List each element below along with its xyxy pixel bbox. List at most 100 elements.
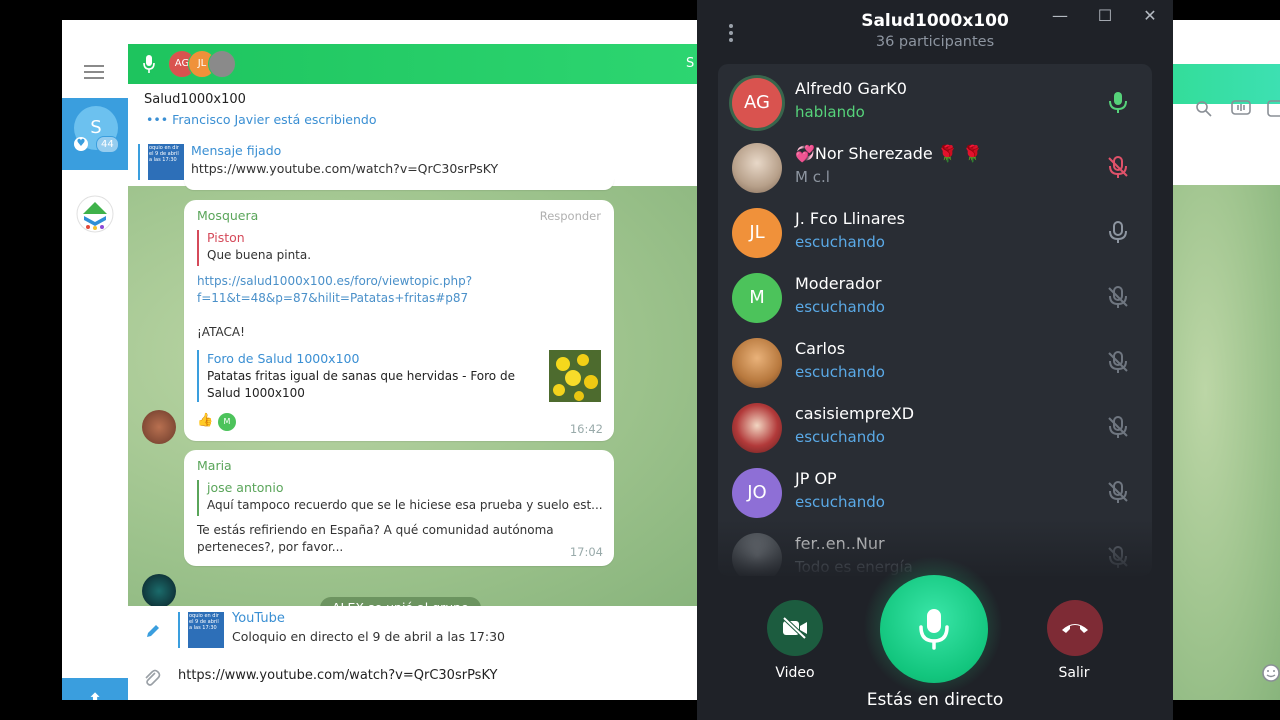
participant-name: J. Fco Llinares <box>795 209 905 228</box>
microphone-muted-icon[interactable] <box>1106 415 1130 439</box>
message-link-cont[interactable]: f=11&t=48&p=87&hilit=Patatas+fritas#p87 <box>197 291 468 305</box>
chat-title: Salud1000x100 <box>144 92 246 107</box>
participant-status: escuchando <box>795 428 885 446</box>
reply-accent <box>197 230 199 266</box>
participant-row[interactable]: JO JP OP escuchando <box>718 460 1152 525</box>
participant-row[interactable]: AG Alfred0 GarK0 hablando <box>718 70 1152 135</box>
participant-row[interactable]: JL J. Fco Llinares escuchando <box>718 200 1152 265</box>
microphone-muted-icon[interactable] <box>1106 285 1130 309</box>
microphone-muted-icon[interactable] <box>1106 480 1130 504</box>
microphone-button[interactable] <box>880 575 988 683</box>
reaction-avatar: M <box>218 413 236 431</box>
maximize-icon[interactable]: ☐ <box>1090 4 1120 28</box>
edit-accent <box>178 612 180 648</box>
reaction-emoji[interactable]: 👍 <box>197 413 213 428</box>
emoji-icon[interactable] <box>1261 663 1280 683</box>
microphone-muted-icon[interactable] <box>1106 155 1130 179</box>
sender-name[interactable]: Mosquera <box>197 208 258 223</box>
attach-icon[interactable] <box>142 668 162 688</box>
panel-icon[interactable] <box>1267 100 1280 118</box>
pinned-accent <box>138 144 140 180</box>
participant-status: escuchando <box>795 298 885 316</box>
live-status: Estás en directo <box>866 690 1004 710</box>
message-time: 17:04 <box>569 545 603 559</box>
group-logo-icon[interactable] <box>75 194 115 234</box>
chat-background: Mosquera Responder Piston Que buena pint… <box>128 178 698 608</box>
message-time: 16:42 <box>569 422 603 436</box>
edit-thumbnail: oquio en dir el 9 de abril a las 17:30 <box>188 612 224 648</box>
minimize-icon[interactable]: — <box>1045 4 1075 28</box>
search-icon[interactable] <box>1195 100 1213 118</box>
video-off-icon <box>782 616 807 640</box>
message-text-cont: perteneces?, por favor... <box>197 540 344 554</box>
participant-list: AG Alfred0 GarK0 hablando 💞Nor Sherezade 🌹 … <box>718 64 1152 576</box>
participant-name: casisiempreXD <box>795 404 915 423</box>
participant-count: 36 participantes <box>875 34 995 50</box>
reply-text: Aquí tampoco recuerdo que se le hiciese … <box>207 498 603 512</box>
preview-accent <box>197 350 199 402</box>
typing-indicator: ••• Francisco Javier está escribiendo <box>146 112 377 127</box>
participant-row[interactable]: 💞Nor Sherezade 🌹 🌹 M c.l <box>718 135 1152 200</box>
participant-status: escuchando <box>795 363 885 381</box>
compose-area: oquio en dir el 9 de abril a las 17:30 Y… <box>128 606 698 700</box>
edit-preview-title: YouTube <box>232 611 285 626</box>
video-button[interactable] <box>767 600 823 656</box>
participant-avatar[interactable]: AG <box>732 78 782 128</box>
message-input[interactable]: https://www.youtube.com/watch?v=QrC30srP… <box>178 668 497 683</box>
participant-row[interactable]: casisiempreXD escuchando <box>718 395 1152 460</box>
sender-avatar[interactable] <box>142 574 176 608</box>
close-icon[interactable]: ✕ <box>1135 4 1165 28</box>
reply-name[interactable]: jose antonio <box>207 480 283 495</box>
participant-name: Carlos <box>795 339 846 358</box>
chat-area: Salud1000x100 ••• Francisco Javier está … <box>128 44 698 700</box>
preview-image[interactable] <box>549 350 601 402</box>
reply-button[interactable]: Responder <box>540 209 601 223</box>
message-bubble[interactable]: Maria jose antonio Aquí tampoco recuerdo… <box>184 450 614 566</box>
folder-sidebar: S ♥ 44 ⬆ <box>62 44 129 700</box>
participant-name: Alfred0 GarK0 <box>795 79 907 98</box>
participant-avatar[interactable] <box>732 403 782 453</box>
participant-avatar[interactable]: JO <box>732 468 782 518</box>
reply-text: Que buena pinta. <box>207 248 312 262</box>
microphone-icon <box>919 609 949 650</box>
participant-status: hablando <box>795 103 865 121</box>
participant-status: M c.l <box>795 168 830 186</box>
message-bubble[interactable]: Mosquera Responder Piston Que buena pint… <box>184 200 614 441</box>
participant-avatar[interactable] <box>732 143 782 193</box>
message-link[interactable]: https://salud1000x100.es/foro/viewtopic.… <box>197 274 472 288</box>
participant-avatar[interactable] <box>732 338 782 388</box>
sender-avatar[interactable] <box>142 410 176 444</box>
participant-status: escuchando <box>795 233 885 251</box>
voice-chat-icon[interactable] <box>1231 100 1251 118</box>
pinned-thumbnail: oquio en dir el 9 de abril a las 17:30 <box>148 144 184 180</box>
hang-up-icon <box>1062 624 1088 633</box>
edit-preview-desc: Coloquio en directo el 9 de abril a las … <box>232 629 505 644</box>
unread-badge: 44 <box>96 136 119 153</box>
pinned-title: Mensaje fijado <box>191 143 282 158</box>
sender-name[interactable]: Maria <box>197 458 232 473</box>
microphone-icon[interactable] <box>1106 220 1130 244</box>
participant-avatar[interactable]: M <box>732 273 782 323</box>
voice-chat-panel: Salud1000x100 36 participantes — ☐ ✕ AG A… <box>697 0 1173 720</box>
leave-button[interactable] <box>1047 600 1103 656</box>
participant-avatar[interactable]: JL <box>732 208 782 258</box>
participant-row[interactable]: M Moderador escuchando <box>718 265 1152 330</box>
menu-icon[interactable] <box>84 65 104 79</box>
message-bubble-partial <box>184 178 614 190</box>
microphone-icon[interactable] <box>1106 90 1130 114</box>
participant-name: JP OP <box>795 469 837 488</box>
vc-bar-end[interactable] <box>1173 64 1280 104</box>
participant-row[interactable]: Carlos escuchando <box>718 330 1152 395</box>
participant-name: Moderador <box>795 274 882 293</box>
chat-header[interactable]: Salud1000x100 ••• Francisco Javier está … <box>128 84 698 139</box>
reply-name[interactable]: Piston <box>207 230 245 245</box>
reply-accent <box>197 480 199 516</box>
preview-title-cont: Salud 1000x100 <box>207 386 305 400</box>
pencil-icon[interactable] <box>144 622 162 640</box>
participant-name: 💞Nor Sherezade 🌹 🌹 <box>795 144 983 163</box>
microphone-muted-icon[interactable] <box>1106 350 1130 374</box>
scroll-up-button[interactable]: ⬆ <box>62 678 128 700</box>
preview-site: Foro de Salud 1000x100 <box>207 351 360 366</box>
video-label: Video <box>775 665 815 681</box>
message-text: ¡ATACA! <box>197 325 245 339</box>
